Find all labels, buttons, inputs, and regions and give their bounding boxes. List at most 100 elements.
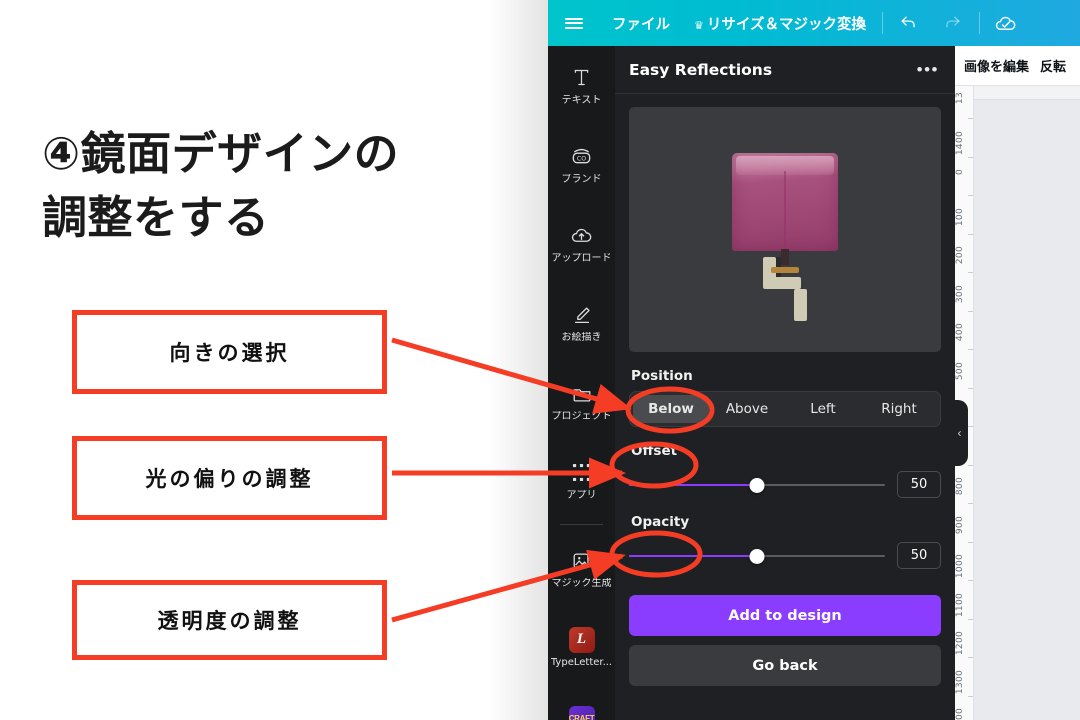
- toolbar-divider-2: [978, 12, 980, 34]
- edit-image-button[interactable]: 画像を編集: [964, 56, 1029, 75]
- redo-icon[interactable]: [931, 0, 975, 46]
- position-label: Position: [631, 368, 693, 384]
- offset-label: Offset: [631, 443, 678, 459]
- offset-slider[interactable]: [629, 477, 885, 493]
- sidebar-item-label: お絵描き: [561, 331, 602, 343]
- easy-reflections-panel: Easy Reflections ••• Position Below Abov…: [615, 46, 955, 720]
- opacity-slider-thumb[interactable]: [749, 548, 765, 564]
- ruler-tick-label: 200: [955, 246, 965, 265]
- hamburger-icon[interactable]: [548, 15, 600, 31]
- file-menu-button[interactable]: ファイル: [600, 13, 682, 34]
- more-options-icon[interactable]: •••: [917, 61, 939, 78]
- ruler-tick-mark: [968, 464, 973, 466]
- page-title: ④鏡面デザインの 調整をする: [42, 127, 400, 244]
- ruler-tick-label: 400: [955, 323, 965, 342]
- panel-header: Easy Reflections •••: [615, 46, 955, 94]
- sidebar-item-typeletter[interactable]: L TypeLetter...: [548, 608, 615, 687]
- opacity-slider[interactable]: [629, 548, 885, 564]
- chevron-left-icon[interactable]: ‹: [951, 400, 968, 466]
- lamp-base: [763, 257, 807, 321]
- ruler-tick-label: 1400: [955, 130, 965, 155]
- position-option-right[interactable]: Right: [861, 395, 937, 423]
- lamp-shade-seam: [784, 171, 786, 251]
- ruler-tick-label: 900: [955, 515, 965, 534]
- flip-button[interactable]: 反転: [1040, 56, 1066, 75]
- undo-icon[interactable]: [887, 0, 931, 46]
- lamp-base-right: [794, 289, 807, 321]
- canvas-area: 画像を編集 反転 1314000100200300400500600700800…: [955, 46, 1080, 720]
- sidebar-item-typecraft[interactable]: CRAFT TypeCraft: [548, 687, 615, 720]
- text-icon: [571, 66, 592, 90]
- ruler-tick-label: 1200: [955, 631, 965, 656]
- position-segmented-control: Below Above Left Right: [629, 391, 941, 427]
- screenshot-root: ④鏡面デザインの 調整をする 向きの選択 光の偏りの調整 透明度の調整 ファイル …: [0, 0, 1080, 720]
- sidebar-item-brand[interactable]: CO ブランド: [548, 125, 615, 204]
- ruler-tick-mark: [968, 541, 973, 543]
- cloud-check-icon[interactable]: [984, 0, 1028, 46]
- callout-label: 透明度の調整: [157, 609, 302, 633]
- ruler-tick-label: 1000: [955, 554, 965, 579]
- ruler-tick-label: 1400: [955, 708, 974, 720]
- position-option-left[interactable]: Left: [785, 395, 861, 423]
- edge-fade: [488, 0, 548, 720]
- ruler-tick-mark: [968, 195, 973, 196]
- sidebar-item-apps[interactable]: アプリ: [548, 441, 615, 520]
- apps-grid-icon: [572, 461, 591, 485]
- ruler-tick-mark: [968, 156, 973, 158]
- position-option-below[interactable]: Below: [633, 395, 709, 423]
- sidebar-item-text[interactable]: テキスト: [548, 46, 615, 125]
- resize-magic-button[interactable]: ♛ リサイズ＆マジック変換: [682, 13, 878, 34]
- ruler-tick-mark: [968, 233, 973, 235]
- sidebar-item-draw[interactable]: お絵描き: [548, 283, 615, 362]
- ruler-tick-mark: [968, 349, 973, 350]
- page-top-edge: [974, 86, 1080, 100]
- panel-body: Position Below Above Left Right Offset 5…: [615, 94, 955, 686]
- offset-slider-thumb[interactable]: [749, 477, 765, 493]
- opacity-value-input[interactable]: 50: [897, 542, 941, 569]
- offset-slider-row: 50: [629, 471, 941, 498]
- go-back-button[interactable]: Go back: [629, 645, 941, 686]
- lamp-base-foot: [769, 277, 801, 289]
- sidebar-item-label: アプリ: [566, 489, 597, 501]
- rail-divider: [560, 524, 603, 525]
- typecraft-glyph: CRAFT: [568, 705, 595, 720]
- ruler-tick-label: 1100: [955, 592, 965, 617]
- lamp-shade-shape: [732, 153, 838, 251]
- ruler-tick-label: 800: [955, 477, 965, 496]
- callout-box-offset: 光の偏りの調整: [72, 436, 387, 520]
- callout-box-orientation: 向きの選択: [72, 310, 387, 394]
- add-to-design-button[interactable]: Add to design: [629, 595, 941, 636]
- canva-app-window: ファイル ♛ リサイズ＆マジック変換 テキスト CO ブランド アップロード お…: [548, 0, 1080, 720]
- folder-icon: [571, 382, 593, 406]
- sidebar-item-uploads[interactable]: アップロード: [548, 204, 615, 283]
- context-toolbar: 画像を編集 反転: [955, 46, 1080, 86]
- panel-title: Easy Reflections: [629, 60, 773, 79]
- sidebar-item-label: テキスト: [561, 94, 602, 106]
- ruler-tick-label: 300: [955, 284, 965, 303]
- position-option-above[interactable]: Above: [709, 395, 785, 423]
- ruler-tick-mark: [968, 695, 973, 697]
- sidebar-item-projects[interactable]: プロジェクト: [548, 362, 615, 441]
- offset-value-input[interactable]: 50: [897, 471, 941, 498]
- ruler-tick-mark: [968, 426, 973, 427]
- toolbar-divider: [881, 12, 883, 34]
- offset-slider-fill: [629, 483, 757, 486]
- ruler-tick-mark: [968, 310, 973, 312]
- svg-text:CO: CO: [577, 155, 586, 162]
- opacity-label: Opacity: [631, 514, 690, 530]
- upload-icon: [570, 224, 593, 248]
- ruler-tick-mark: [968, 118, 973, 119]
- typeletter-app-icon: L: [568, 626, 595, 653]
- ruler-tick-mark: [968, 272, 973, 273]
- sidebar-item-label: ブランド: [561, 173, 602, 185]
- sidebar-item-magic-media[interactable]: マジック生成: [548, 529, 615, 608]
- design-page[interactable]: [974, 86, 1080, 720]
- lamp-base-ring: [771, 267, 799, 273]
- ruler-tick-label: 500: [955, 361, 965, 380]
- ruler-tick-mark: [968, 618, 973, 620]
- callout-box-opacity: 透明度の調整: [72, 580, 387, 660]
- app-top-toolbar: ファイル ♛ リサイズ＆マジック変換: [548, 0, 1080, 46]
- ruler-tick-mark: [968, 387, 973, 389]
- sidebar-item-label: アップロード: [551, 252, 612, 264]
- ruler-tick-label: 13: [955, 92, 965, 105]
